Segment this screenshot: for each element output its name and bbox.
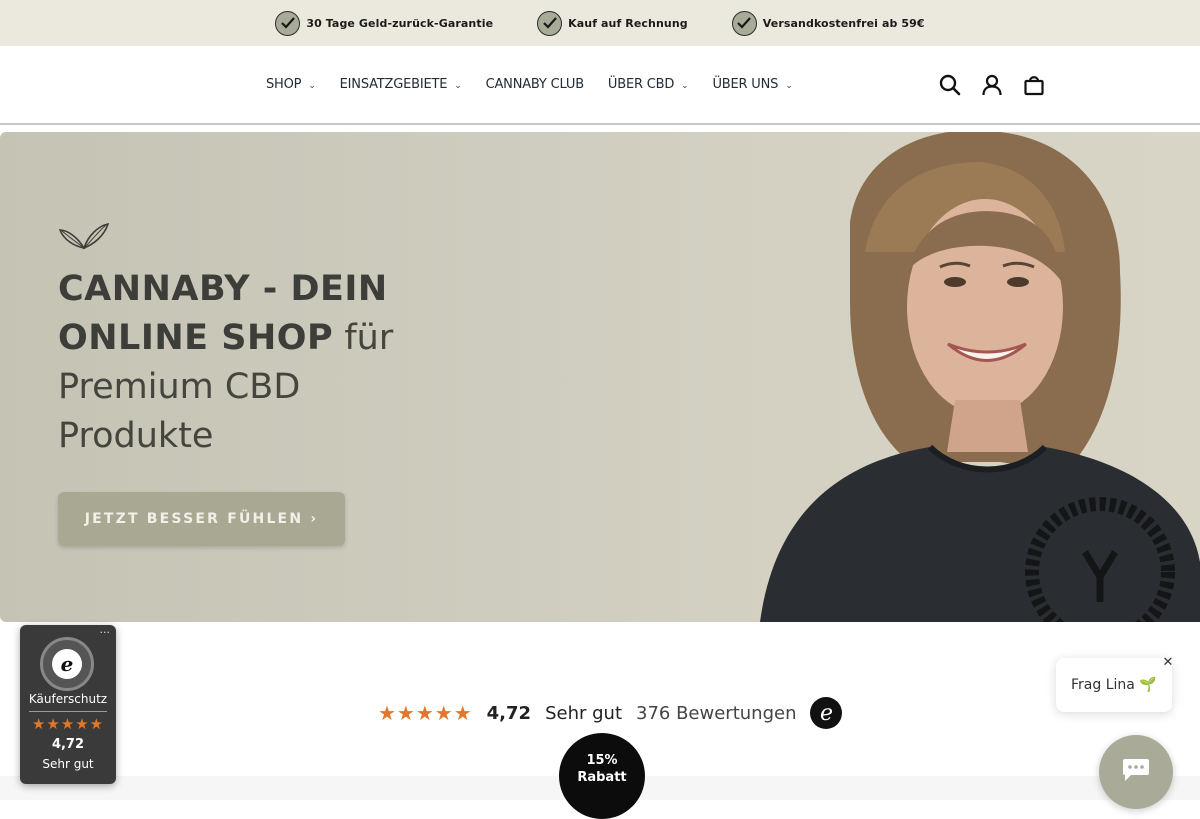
chat-prompt-label: Frag Lina 🌱 xyxy=(1071,677,1157,693)
nav-item-ueber-uns[interactable]: ÜBER UNS ⌄ xyxy=(712,77,792,92)
usp-label: 30 Tage Geld-zurück-Garantie xyxy=(306,16,494,30)
chat-icon xyxy=(1123,759,1149,781)
nav-item-label: SHOP xyxy=(266,77,302,92)
hero-title-line: Produkte xyxy=(58,416,214,456)
announcement-bar: 30 Tage Geld-zurück-Garantie Kauf auf Re… xyxy=(0,0,1200,46)
nav-item-shop[interactable]: SHOP ⌄ xyxy=(266,77,316,92)
rating-count: 376 Bewertungen xyxy=(636,702,797,724)
rating-score: 4,72 xyxy=(486,702,532,724)
trusted-shops-badge[interactable]: ··· e Käuferschutz ★★★★★ 4,72 Sehr gut xyxy=(20,625,116,784)
badge-stars: ★★★★★ xyxy=(31,715,105,733)
discount-badge[interactable]: 15% Rabatt xyxy=(559,733,645,819)
badge-label: Käuferschutz xyxy=(28,692,108,706)
hero-title-line: CANNABY - DEIN xyxy=(58,269,388,309)
rating-stars: ★★★★★ xyxy=(378,701,473,725)
rating-verdict: Sehr gut xyxy=(545,702,622,724)
badge-verdict: Sehr gut xyxy=(42,757,94,771)
chat-launcher-button[interactable] xyxy=(1099,735,1173,809)
chevron-down-icon: ⌄ xyxy=(681,80,689,91)
chevron-down-icon: ⌄ xyxy=(308,80,316,91)
cart-icon[interactable] xyxy=(1022,73,1046,97)
hero-title-line: für xyxy=(344,318,394,358)
usp-label: Versandkostenfrei ab 59€ xyxy=(762,16,925,30)
close-icon[interactable]: ✕ xyxy=(1160,654,1176,670)
hero-banner: CANNABY - DEIN ONLINE SHOP für Premium C… xyxy=(0,132,1200,622)
hero-cta-button[interactable]: JETZT BESSER FÜHLEN › xyxy=(58,492,345,546)
site-header: SHOP ⌄ EINSATZGEBIETE ⌄ CANNABY CLUB ÜBE… xyxy=(0,46,1200,125)
seal-letter: e xyxy=(52,649,82,679)
leaf-logo-icon xyxy=(58,220,110,254)
hero-model-image xyxy=(760,132,1200,622)
nav-item-ueber-cbd[interactable]: ÜBER CBD ⌄ xyxy=(608,77,689,92)
usp-money-back: 30 Tage Geld-zurück-Garantie xyxy=(275,10,494,36)
rating-summary[interactable]: ★★★★★ 4,72 Sehr gut 376 Bewertungen e xyxy=(378,696,843,730)
badge-score: 4,72 xyxy=(51,737,85,752)
chevron-down-icon: ⌄ xyxy=(785,80,793,91)
chat-prompt-bubble[interactable]: Frag Lina 🌱 xyxy=(1056,658,1172,712)
hero-title-line: ONLINE SHOP xyxy=(58,318,334,358)
usp-free-shipping: Versandkostenfrei ab 59€ xyxy=(731,10,925,36)
usp-invoice: Kauf auf Rechnung xyxy=(537,10,688,36)
nav-item-label: EINSATZGEBIETE xyxy=(339,77,448,92)
search-icon[interactable] xyxy=(938,73,962,97)
trusted-shops-seal-icon: e xyxy=(40,637,94,691)
check-circle-icon xyxy=(731,10,757,36)
discount-label: Rabatt xyxy=(577,770,627,785)
badge-divider xyxy=(29,711,107,712)
hero-title: CANNABY - DEIN ONLINE SHOP für Premium C… xyxy=(58,265,478,461)
chevron-down-icon: ⌄ xyxy=(454,80,462,91)
nav-item-label: CANNABY CLUB xyxy=(485,77,585,92)
check-circle-icon xyxy=(537,10,563,36)
header-icons xyxy=(938,46,1046,123)
hero-title-line: Premium CBD xyxy=(58,367,301,407)
nav-item-label: ÜBER CBD xyxy=(607,77,675,92)
check-circle-icon xyxy=(275,10,301,36)
nav-item-label: ÜBER UNS xyxy=(712,77,779,92)
main-nav: SHOP ⌄ EINSATZGEBIETE ⌄ CANNABY CLUB ÜBE… xyxy=(266,46,793,123)
discount-percent: 15% xyxy=(586,753,618,768)
nav-item-einsatzgebiete[interactable]: EINSATZGEBIETE ⌄ xyxy=(340,77,462,92)
trusted-shops-logo-icon: e xyxy=(810,697,843,729)
badge-menu-icon[interactable]: ··· xyxy=(100,626,111,639)
account-icon[interactable] xyxy=(980,73,1004,97)
nav-item-cannaby-club[interactable]: CANNABY CLUB xyxy=(485,77,585,92)
usp-label: Kauf auf Rechnung xyxy=(568,16,688,30)
